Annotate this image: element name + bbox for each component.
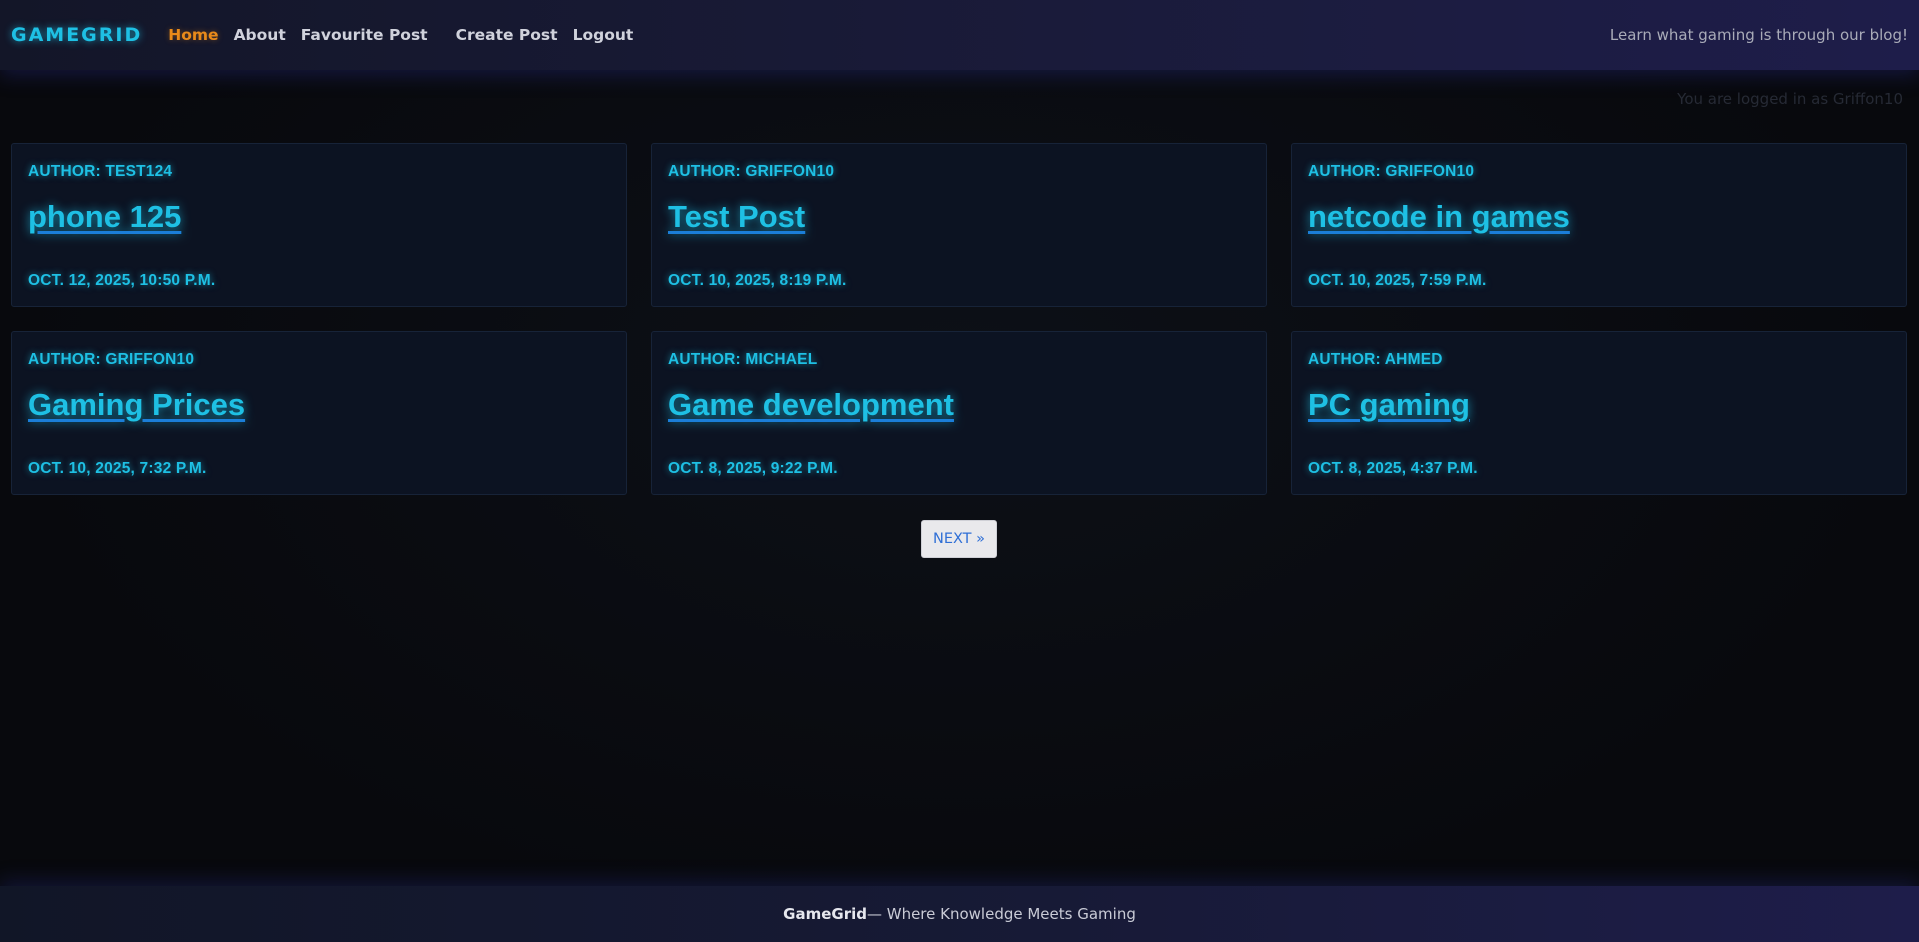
post-author: Author: Griffon10 xyxy=(668,163,835,180)
footer-brand: GameGrid xyxy=(783,905,867,923)
post-title-link[interactable]: Gaming Prices xyxy=(28,387,245,423)
page: GAMEGRID Home About Favourite Post Creat… xyxy=(0,0,1919,942)
next-page-button[interactable]: NEXT » xyxy=(921,520,997,558)
post-card: Author: ahmed PC gaming Oct. 8, 2025, 4:… xyxy=(1291,331,1907,495)
logged-in-status: You are logged in as Griffon10 xyxy=(1677,90,1903,108)
post-card: Author: test124 phone 125 Oct. 12, 2025,… xyxy=(11,143,627,307)
post-date: Oct. 10, 2025, 8:19 p.m. xyxy=(668,272,847,289)
post-card: Author: Griffon10 Test Post Oct. 10, 202… xyxy=(651,143,1267,307)
post-grid: Author: test124 phone 125 Oct. 12, 2025,… xyxy=(11,143,1907,495)
navbar-tagline: Learn what gaming is through our blog! xyxy=(1609,26,1908,44)
footer-text: — Where Knowledge Meets Gaming xyxy=(866,905,1136,923)
post-title-link[interactable]: Test Post xyxy=(668,199,805,235)
nav-link-create-post[interactable]: Create Post xyxy=(456,26,558,44)
post-author: Author: Griffon10 xyxy=(1308,163,1475,180)
post-card: Author: Griffon10 netcode in games Oct. … xyxy=(1291,143,1907,307)
brand-logo[interactable]: GAMEGRID xyxy=(11,24,142,46)
post-card: Author: Griffon10 Gaming Prices Oct. 10,… xyxy=(11,331,627,495)
post-title-link[interactable]: PC gaming xyxy=(1308,387,1470,423)
post-title-link[interactable]: netcode in games xyxy=(1308,199,1570,235)
post-title-link[interactable]: Game development xyxy=(668,387,954,423)
post-author: Author: Michael xyxy=(668,351,818,368)
post-date: Oct. 12, 2025, 10:50 p.m. xyxy=(28,272,216,289)
nav-link-about[interactable]: About xyxy=(234,26,286,44)
post-date: Oct. 8, 2025, 4:37 p.m. xyxy=(1308,460,1478,477)
post-author: Author: test124 xyxy=(28,163,173,180)
post-author: Author: ahmed xyxy=(1308,351,1443,368)
nav-link-favourite-post[interactable]: Favourite Post xyxy=(301,26,428,44)
post-author: Author: Griffon10 xyxy=(28,351,195,368)
post-date: Oct. 8, 2025, 9:22 p.m. xyxy=(668,460,838,477)
post-date: Oct. 10, 2025, 7:32 p.m. xyxy=(28,460,207,477)
nav-link-home[interactable]: Home xyxy=(168,26,218,44)
post-card: Author: Michael Game development Oct. 8,… xyxy=(651,331,1267,495)
nav-link-logout[interactable]: Logout xyxy=(573,26,634,44)
navbar: GAMEGRID Home About Favourite Post Creat… xyxy=(0,0,1919,70)
post-date: Oct. 10, 2025, 7:59 p.m. xyxy=(1308,272,1487,289)
footer: GameGrid — Where Knowledge Meets Gaming xyxy=(0,886,1919,942)
post-title-link[interactable]: phone 125 xyxy=(28,199,181,235)
